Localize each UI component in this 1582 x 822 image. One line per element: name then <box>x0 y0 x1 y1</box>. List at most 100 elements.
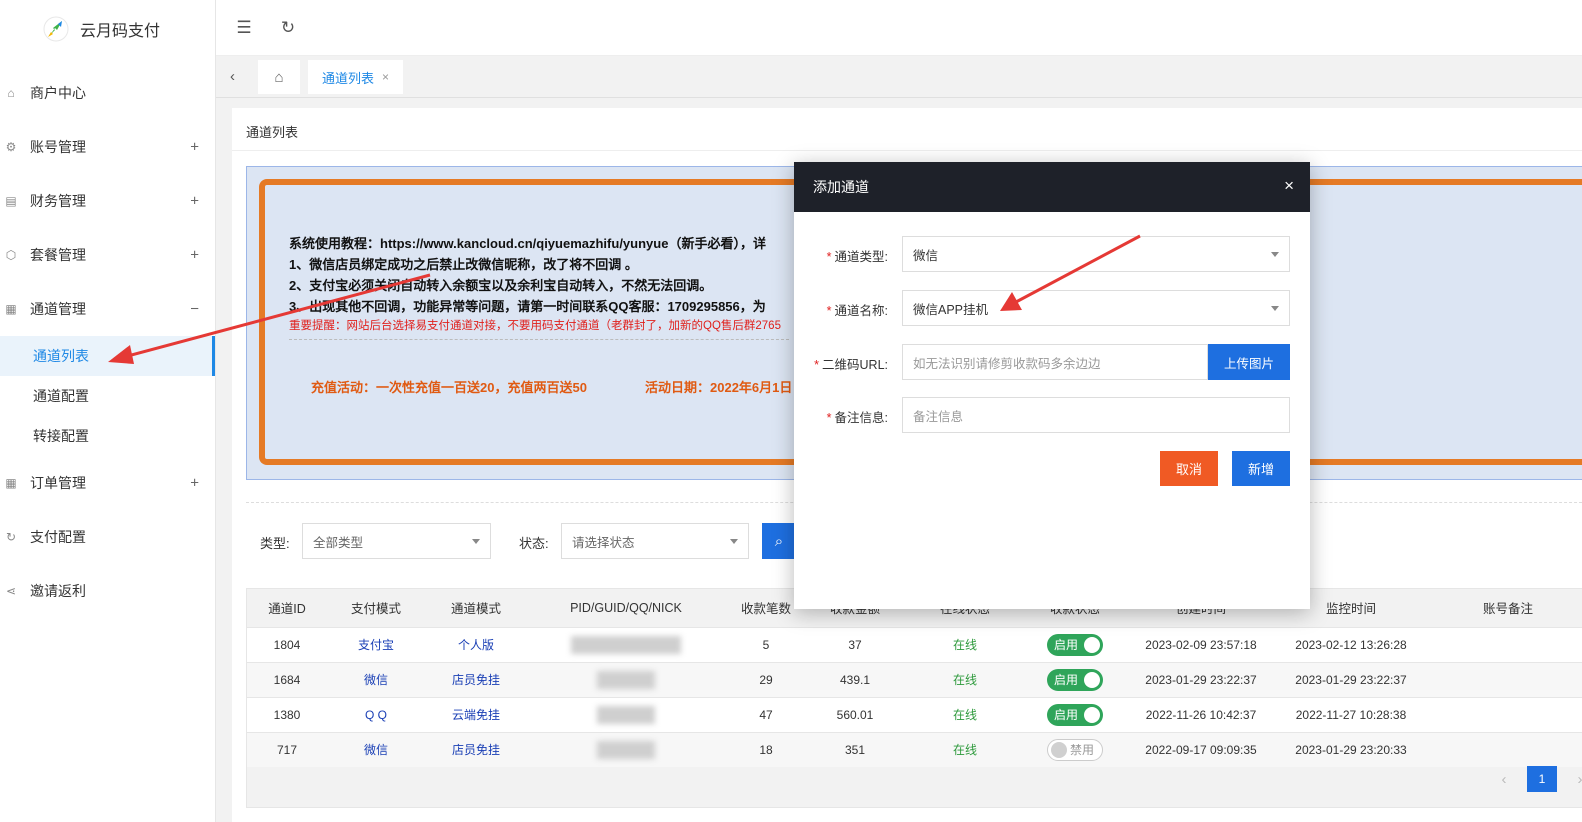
chevron-down-icon <box>1271 252 1279 257</box>
cell-count: 18 <box>725 731 807 767</box>
tab-channel-list[interactable]: 通道列表 × <box>308 60 404 94</box>
add-button[interactable]: 新增 <box>1232 451 1290 486</box>
upload-image-button[interactable]: 上传图片 <box>1208 344 1290 380</box>
promo-date: 活动日期：2022年6月1日 <box>645 380 793 395</box>
type-filter-select[interactable]: 全部类型 <box>302 523 491 559</box>
table-row: 1380 Q Q 云端免挂 47 560.01 在线 启用 2022-11-26… <box>247 696 1582 732</box>
column-header: 通道ID <box>247 589 327 627</box>
logo[interactable]: 云月码支付 <box>0 0 215 58</box>
cancel-button[interactable]: 取消 <box>1160 451 1218 486</box>
share-icon: ⋖ <box>5 584 17 598</box>
cell-monitor: 2023-01-29 23:20:33 <box>1279 731 1423 767</box>
cell-status[interactable]: 启用 <box>1027 661 1123 697</box>
sidebar-subitem-channel-config[interactable]: 通道配置 <box>0 376 215 416</box>
cell-pay-mode[interactable]: 支付宝 <box>327 626 425 662</box>
column-header: 通道模式 <box>425 589 527 627</box>
channel-mode-link[interactable]: 个人版 <box>458 638 494 652</box>
close-icon[interactable]: × <box>382 70 389 84</box>
sidebar-item-invite[interactable]: ⋖ 邀请返利 <box>0 564 215 618</box>
type-filter-value: 全部类型 <box>313 535 364 550</box>
status-toggle[interactable]: 禁用 <box>1047 738 1103 761</box>
remark-input[interactable]: 备注信息 <box>902 397 1290 433</box>
sidebar-item-label: 财务管理 <box>30 193 86 209</box>
channel-mode-link[interactable]: 云端免挂 <box>452 708 500 722</box>
table-row: 1684 微信 店员免挂 29 439.1 在线 启用 2023-01-29 2… <box>247 661 1582 697</box>
cell-channel-mode[interactable]: 云端免挂 <box>425 696 527 732</box>
cell-channel-mode[interactable]: 店员免挂 <box>425 731 527 767</box>
cell-status[interactable]: 禁用 <box>1027 731 1123 767</box>
table-row: 717 微信 店员免挂 18 351 在线 禁用 2022-09-17 09:0… <box>247 731 1582 767</box>
page-number[interactable]: 1 <box>1527 766 1557 792</box>
sidebar-item-merchant-center[interactable]: ⌂ 商户中心 <box>0 66 215 120</box>
column-header: PID/GUID/QQ/NICK <box>527 589 725 627</box>
cell-pay-mode[interactable]: 微信 <box>327 731 425 767</box>
cell-channel-mode[interactable]: 个人版 <box>425 626 527 662</box>
status-filter-label: 状态: <box>519 536 549 551</box>
cell-remark <box>1423 661 1582 697</box>
search-button[interactable]: ⌕ <box>762 523 796 559</box>
sidebar-item-label: 商户中心 <box>30 85 86 101</box>
remark-label: * 备注信息: <box>827 407 888 426</box>
sidebar-item-label: 邀请返利 <box>30 583 86 599</box>
chevron-left-icon[interactable]: ‹ <box>230 68 235 85</box>
chevron-right-icon[interactable]: › <box>1569 771 1582 788</box>
cell-created: 2022-11-26 10:42:37 <box>1123 696 1279 732</box>
sidebar-subitem-transfer-config[interactable]: 转接配置 <box>0 416 215 456</box>
cell-pay-mode[interactable]: Q Q <box>327 696 425 732</box>
channel-table: 通道ID 支付模式 通道模式 PID/GUID/QQ/NICK 收款笔数 收款金… <box>246 588 1582 808</box>
sidebar-subitem-channel-list[interactable]: 通道列表 <box>0 336 215 376</box>
cell-remark <box>1423 696 1582 732</box>
cell-status[interactable]: 启用 <box>1027 696 1123 732</box>
channel-mode-link[interactable]: 店员免挂 <box>452 743 500 757</box>
cell-monitor: 2023-01-29 23:22:37 <box>1279 661 1423 697</box>
toggle-label: 启用 <box>1054 638 1079 652</box>
sidebar-item-account[interactable]: ⚙ 账号管理 + <box>0 120 215 174</box>
cell-online: 在线 <box>903 731 1027 767</box>
column-header: 账号备注 <box>1423 589 1582 627</box>
pay-mode-link[interactable]: Q Q <box>365 708 387 722</box>
collapse-icon[interactable]: − <box>190 301 199 318</box>
status-toggle[interactable]: 启用 <box>1047 703 1103 726</box>
home-icon[interactable]: ⌂ <box>258 60 300 94</box>
sidebar-item-channel[interactable]: ▦ 通道管理 − <box>0 282 215 336</box>
channel-name-select[interactable]: 微信APP挂机 <box>902 290 1290 326</box>
redacted-value <box>597 740 655 759</box>
sidebar-item-order[interactable]: ▦ 订单管理 + <box>0 456 215 510</box>
pay-mode-link[interactable]: 微信 <box>364 743 388 757</box>
chevron-left-icon[interactable]: ‹ <box>1493 771 1515 788</box>
close-icon[interactable]: × <box>1284 176 1294 196</box>
required-mark: * <box>826 250 832 264</box>
sidebar-menu: ⌂ 商户中心 ⚙ 账号管理 + ▤ 财务管理 + ⬡ 套餐管理 + ▦ 通道管理… <box>0 66 215 618</box>
required-mark: * <box>826 304 832 318</box>
select-value: 微信 <box>913 248 939 263</box>
top-header: ☰ ↻ <box>216 0 1582 56</box>
menu-fold-icon[interactable]: ☰ <box>234 18 254 38</box>
add-channel-modal: 添加通道 × * 通道类型: 微信 * 通道名称: 微信APP挂机 * 二维码URL:… <box>794 162 1310 609</box>
cell-created: 2022-09-17 09:09:35 <box>1123 731 1279 767</box>
cell-status[interactable]: 启用 <box>1027 626 1123 662</box>
status-toggle[interactable]: 启用 <box>1047 633 1103 656</box>
sidebar: 云月码支付 ⌂ 商户中心 ⚙ 账号管理 + ▤ 财务管理 + ⬡ 套餐管理 + … <box>0 0 216 822</box>
expand-icon[interactable]: + <box>190 247 199 264</box>
divider <box>289 339 789 340</box>
status-toggle[interactable]: 启用 <box>1047 668 1103 691</box>
sidebar-item-pay-config[interactable]: ↻ 支付配置 <box>0 510 215 564</box>
channel-type-select[interactable]: 微信 <box>902 236 1290 272</box>
qr-url-input[interactable]: 如无法识别请修剪收款码多余边边 <box>902 344 1208 380</box>
sidebar-item-package[interactable]: ⬡ 套餐管理 + <box>0 228 215 282</box>
cell-channel-mode[interactable]: 店员免挂 <box>425 661 527 697</box>
pay-mode-link[interactable]: 微信 <box>364 673 388 687</box>
name-label: * 通道名称: <box>827 300 888 319</box>
finance-icon: ▤ <box>5 194 17 208</box>
expand-icon[interactable]: + <box>190 475 199 492</box>
status-filter-select[interactable]: 请选择状态 <box>561 523 749 559</box>
expand-icon[interactable]: + <box>190 139 199 156</box>
cell-id: 1380 <box>247 696 327 732</box>
expand-icon[interactable]: + <box>190 193 199 210</box>
sidebar-item-finance[interactable]: ▤ 财务管理 + <box>0 174 215 228</box>
refresh-icon[interactable]: ↻ <box>278 18 298 38</box>
pay-mode-link[interactable]: 支付宝 <box>358 638 394 652</box>
cell-created: 2023-01-29 23:22:37 <box>1123 661 1279 697</box>
channel-mode-link[interactable]: 店员免挂 <box>452 673 500 687</box>
cell-pay-mode[interactable]: 微信 <box>327 661 425 697</box>
